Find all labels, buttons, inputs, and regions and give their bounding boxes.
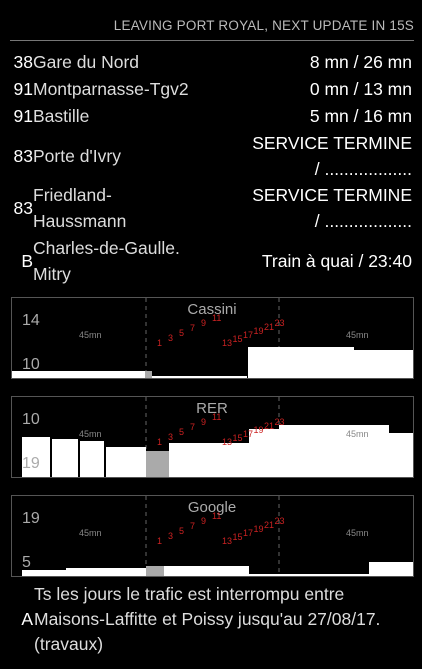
hour-marker: 1 (157, 437, 162, 447)
hour-marker: 7 (190, 323, 195, 333)
axis-bottom-label: 10 (22, 356, 40, 373)
traffic-chart: 19 5 Google 45mn 45mn 1 3 5 7 9 1113 15 17 19 21 2… (22, 496, 413, 576)
hour-marker: 7 (190, 521, 195, 531)
stop-name: Bastille (33, 106, 90, 126)
traffic-panel-google: 19 5 Google 45mn 45mn 1 3 5 7 9 11 13 15 17 19 21 2… (11, 495, 414, 577)
stop-name: Charles-de-Gaulle. Mitry (33, 238, 180, 284)
departure-row: 83 Porte d'Ivry SERVICE TERMINE / ......… (10, 131, 412, 181)
hour-marker: 5 (179, 328, 184, 338)
alert-message: Ts les jours le trafic est interrompu en… (34, 584, 381, 654)
axis-top-label: 10 (22, 411, 40, 428)
departure-time: 0 mn / 13 mn (309, 78, 412, 99)
stop-name: Friedland-Haussmann (33, 185, 127, 231)
hour-marker: 17 (243, 429, 253, 439)
hour-marker: 23 (275, 318, 285, 328)
departure-time: SERVICE TERMINE / .................. (252, 133, 412, 179)
hour-marker: 1 (157, 338, 162, 348)
hour-marker: 3 (168, 432, 173, 442)
hour-marker: 5 (179, 526, 184, 536)
departure-row: B Charles-de-Gaulle. Mitry Train à quai … (10, 235, 412, 287)
interval-label: 45mn (79, 528, 102, 538)
traffic-chart: 14 10 Cassini 45mn 45mn 1 3 5 7 9 1113 15 17 19 2… (12, 298, 413, 378)
departure-row: 83 Friedland-Haussmann SERVICE TERMINE /… (10, 182, 412, 234)
line-number: 83 (13, 145, 33, 166)
hour-marker: 23 (275, 516, 285, 526)
stop-name: Porte d'Ivry (33, 146, 121, 166)
hour-marker: 1 (157, 536, 162, 546)
line-number: B (21, 250, 33, 271)
hour-marker: 17 (243, 330, 253, 340)
hour-marker: 17 (243, 528, 253, 538)
axis-top-label: 19 (22, 510, 40, 527)
axis-bottom-label: 5 (22, 554, 31, 571)
alert-line: A (21, 609, 33, 629)
traffic-panel-cassini: 14 10 Cassini 45mn 45mn 1 3 5 7 9 11 13 15 17 19 2… (11, 297, 414, 379)
hour-marker: 13 (222, 437, 232, 447)
hour-marker: 9 (201, 318, 206, 328)
interval-label: 45mn (79, 330, 102, 340)
interval-label: 45mn (346, 429, 369, 439)
hour-marker: 23 (275, 417, 285, 427)
hour-marker: 19 (254, 425, 264, 435)
hour-marker: 21 (264, 421, 274, 431)
departure-time: 8 mn / 26 mn (309, 51, 412, 72)
hour-marker: 11 (212, 511, 221, 521)
departure-time: SERVICE TERMINE / .................. (252, 185, 412, 231)
departure-row: 91 Montparnasse-Tgv2 0 mn / 13 mn (10, 76, 412, 102)
axis-bottom-label: 19 (22, 455, 40, 472)
interval-label: 45mn (79, 429, 102, 439)
line-number: 38 (13, 51, 33, 72)
hour-marker: 19 (254, 326, 264, 336)
traffic-panel-rer: 10 19 RER 45mn 45mn 1 3 5 7 9 11 13 15 17 19 21 23 (11, 396, 414, 478)
hour-marker: 15 (233, 334, 243, 344)
hour-marker: 15 (233, 433, 243, 443)
hour-marker: 9 (201, 417, 206, 427)
line-number: 83 (13, 197, 33, 218)
hour-marker: 21 (264, 322, 274, 332)
stop-name: Gare du Nord (33, 52, 140, 72)
hour-marker: 9 (201, 516, 206, 526)
line-number: 91 (13, 105, 33, 126)
status-header: LEAVING PORT ROYAL, NEXT UPDATE IN 15S (10, 18, 414, 41)
departure-time: 5 mn / 16 mn (309, 105, 412, 126)
departure-row: 91 Bastille 5 mn / 16 mn (10, 103, 412, 129)
interval-label: 45mn (346, 528, 369, 538)
hour-marker: 7 (190, 422, 195, 432)
line-number: 91 (13, 78, 33, 99)
hour-marker: 13 (222, 536, 232, 546)
hour-marker: 3 (168, 333, 173, 343)
hour-marker: 11 (212, 313, 221, 323)
traffic-chart: 10 19 RER 45mn 45mn 1 3 5 7 9 1113 15 17 19 21 23 (22, 397, 413, 477)
hour-marker: 11 (212, 412, 221, 422)
axis-top-label: 14 (22, 312, 40, 329)
hour-marker: 15 (233, 532, 243, 542)
hour-marker: 3 (168, 531, 173, 541)
traffic-alert: A Ts les jours le trafic est interrompu … (10, 582, 412, 657)
hour-marker: 19 (254, 524, 264, 534)
hour-marker: 5 (179, 427, 184, 437)
stop-name: Montparnasse-Tgv2 (33, 79, 189, 99)
status-header-text: LEAVING PORT ROYAL, NEXT UPDATE IN 15S (113, 18, 414, 33)
departure-row: 38 Gare du Nord 8 mn / 26 mn (10, 49, 412, 75)
hour-marker: 21 (264, 520, 274, 530)
interval-label: 45mn (346, 330, 369, 340)
hour-marker: 13 (222, 338, 232, 348)
departure-time: Train à quai / 23:40 (261, 250, 412, 271)
